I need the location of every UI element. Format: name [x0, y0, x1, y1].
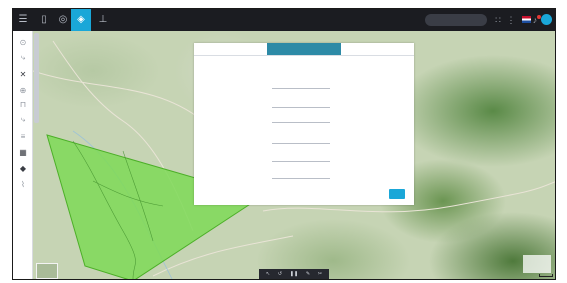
table-icon[interactable]: ▦ [13, 145, 33, 159]
tag-icon[interactable]: ◆ [13, 161, 33, 175]
map-scalebar [539, 274, 553, 277]
search-input[interactable] [425, 14, 487, 26]
text-field[interactable] [272, 88, 330, 89]
compass-icon[interactable]: ⊕ [13, 83, 33, 97]
measure-icon[interactable]: ⌇ [13, 177, 33, 191]
text-field[interactable] [272, 143, 330, 144]
menu-icon[interactable]: ☰ [13, 9, 33, 31]
attribute-form-panel [194, 43, 414, 205]
list-view-icon[interactable]: ⋮ [506, 13, 516, 27]
text-field[interactable] [272, 107, 330, 108]
target-icon[interactable]: ⊙ [13, 35, 33, 49]
text-field[interactable] [272, 122, 330, 123]
cursor-icon[interactable]: ↖ [266, 272, 270, 277]
flag-icon[interactable] [522, 16, 531, 23]
tab-third[interactable] [341, 43, 414, 55]
layers-icon[interactable]: ◈ [71, 9, 91, 31]
ruler-icon[interactable]: ⊓ [13, 97, 33, 111]
pin-icon[interactable]: ⤷ [13, 51, 33, 65]
text-field[interactable] [272, 178, 330, 179]
bottom-drawing-toolbar: ↖ ↺ ❚❚ ✎ ✂ [259, 269, 329, 279]
left-sidebar: ⊙ ⤷ ✕ ⊕ ⊓ ⤷ ≡ ▦ ◆ ⌇ [13, 31, 33, 279]
tab-second[interactable] [267, 43, 341, 55]
chart-icon[interactable]: ⊥ [93, 9, 113, 31]
erase-icon[interactable]: ✂ [318, 272, 322, 277]
app-screen: ☰ ▯ ◎ ◈ ⊥ ∷ ⋮ ♪ ⊙ ⤷ ✕ ⊕ ⊓ ⤷ ≡ ▦ ◆ ⌇ ↖ ↺ … [12, 8, 556, 280]
undo-icon[interactable]: ↺ [278, 272, 282, 277]
map-attribution [523, 255, 551, 273]
draw-icon[interactable]: ✎ [306, 272, 310, 277]
panel-tabs [194, 43, 414, 56]
top-toolbar: ☰ ▯ ◎ ◈ ⊥ ∷ ⋮ ♪ [13, 9, 555, 31]
user-avatar-icon[interactable] [541, 14, 552, 25]
edit-icon[interactable]: ⤷ [13, 113, 33, 127]
cross-tools-icon[interactable]: ✕ [13, 67, 33, 81]
document-icon[interactable]: ▯ [34, 9, 54, 31]
text-field[interactable] [272, 161, 330, 162]
tab-first[interactable] [194, 43, 267, 55]
list-icon[interactable]: ≡ [13, 129, 33, 143]
pause-icon[interactable]: ❚❚ [290, 272, 298, 277]
basemap-thumbnail[interactable] [36, 263, 58, 279]
submit-button[interactable] [389, 189, 405, 199]
grid-icon[interactable]: ∷ [493, 13, 503, 27]
window-frame: ☰ ▯ ◎ ◈ ⊥ ∷ ⋮ ♪ ⊙ ⤷ ✕ ⊕ ⊓ ⤷ ≡ ▦ ◆ ⌇ ↖ ↺ … [0, 0, 567, 283]
settings-icon[interactable]: ◎ [53, 9, 73, 31]
zoom-slider[interactable] [34, 33, 39, 123]
